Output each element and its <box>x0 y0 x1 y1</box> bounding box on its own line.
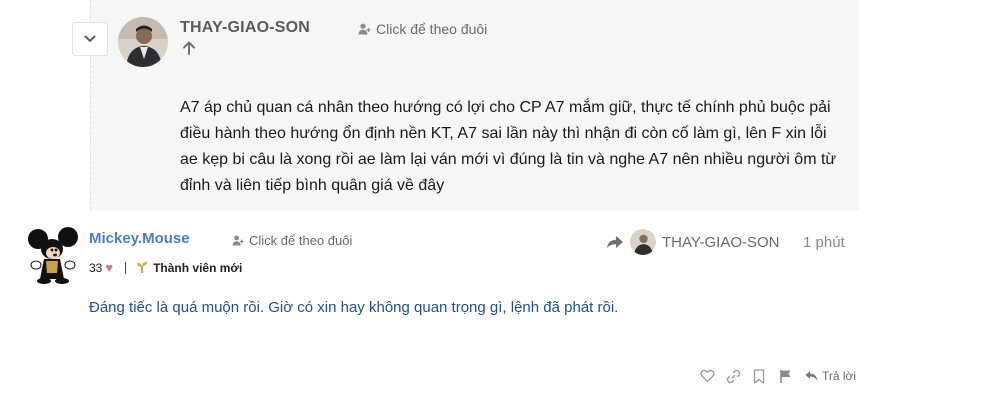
reply-to-link[interactable]: THAY-GIAO-SON <box>606 229 780 255</box>
arrow-up-icon <box>183 41 195 55</box>
post-author-avatar[interactable] <box>22 225 84 285</box>
bookmark-icon <box>753 368 765 384</box>
copy-link-button[interactable] <box>725 368 741 384</box>
flag-button[interactable] <box>777 368 793 384</box>
reply-button[interactable]: Trả lời <box>805 369 856 383</box>
post-follow-label: Click để theo đuôi <box>249 233 353 248</box>
flag-icon <box>779 369 790 383</box>
link-icon <box>726 369 740 383</box>
upvote-button[interactable] <box>181 40 197 56</box>
post-timestamp: 1 phút <box>803 234 845 251</box>
chevron-down-icon <box>84 35 96 43</box>
quoted-post-body: A7 áp chủ quan cá nhân theo hướng có lợi… <box>180 99 837 194</box>
reply-label: Trả lời <box>822 369 857 383</box>
reply-to-avatar <box>630 229 656 255</box>
post-follow-button[interactable]: Click để theo đuôi <box>232 233 352 248</box>
post-body: Đáng tiếc là quá muộn rồi. Giờ có xin ha… <box>89 299 619 316</box>
post-author-name[interactable]: Mickey.Mouse <box>89 230 190 247</box>
bookmark-button[interactable] <box>751 368 767 384</box>
member-rank: Thành viên mới <box>153 260 243 275</box>
quoted-author-avatar[interactable] <box>118 17 168 67</box>
reputation-score: 33 <box>89 260 103 275</box>
reply-arrow-icon <box>805 371 818 381</box>
meta-separator <box>125 261 127 274</box>
collapse-button[interactable] <box>72 22 108 56</box>
quoted-author-name[interactable]: THAY-GIAO-SON <box>180 19 310 37</box>
heart-icon: ♥ <box>105 260 114 275</box>
reply-to-author: THAY-GIAO-SON <box>662 233 780 251</box>
quoted-follow-label: Click để theo đuôi <box>376 21 488 37</box>
heart-outline-icon <box>699 369 715 383</box>
like-button[interactable] <box>699 368 715 384</box>
quoted-follow-button[interactable]: Click để theo đuôi <box>358 21 487 37</box>
user-plus-icon <box>232 235 244 246</box>
user-plus-icon <box>358 23 371 35</box>
share-arrow-icon <box>607 236 623 248</box>
post-actions: Trả lời <box>699 368 856 384</box>
post-author-meta: 33 ♥ Thành viên mới <box>89 260 242 275</box>
sprout-icon <box>137 261 148 273</box>
